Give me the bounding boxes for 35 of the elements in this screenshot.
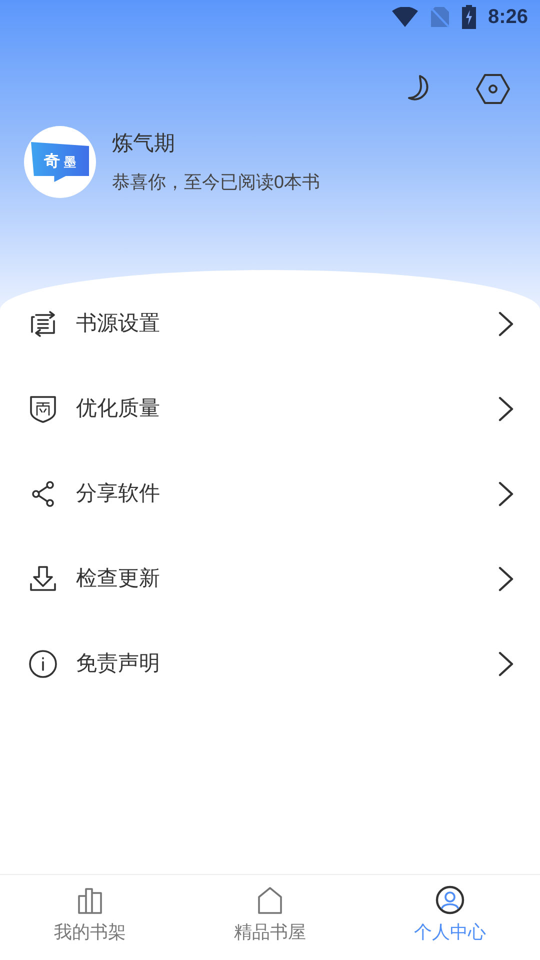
tab[interactable]: 精品书屋 xyxy=(180,875,360,960)
user-icon xyxy=(435,885,465,915)
wifi-icon xyxy=(392,7,418,27)
avatar[interactable]: 奇 墨 xyxy=(24,126,96,198)
settings-icon xyxy=(476,73,510,105)
menu-label: 免责声明 xyxy=(76,650,161,677)
menu-label: 书源设置 xyxy=(76,310,161,337)
chevron-right-icon xyxy=(498,310,514,336)
battery-charging-icon xyxy=(462,5,476,29)
user-level: 炼气期 xyxy=(112,130,176,157)
menu-item[interactable]: 检查更新 xyxy=(0,536,540,621)
shield-icon xyxy=(28,394,58,424)
logo-text: 墨 xyxy=(64,156,76,168)
bar-chart-icon xyxy=(75,885,105,915)
chevron-right-icon xyxy=(498,566,514,592)
download-icon xyxy=(28,564,58,594)
menu-item[interactable]: 书源设置 xyxy=(0,281,540,366)
menu-label: 分享软件 xyxy=(76,480,161,507)
menu-item[interactable]: 免责声明 xyxy=(0,621,540,706)
home-icon xyxy=(255,885,285,915)
info-icon xyxy=(28,648,58,678)
chevron-right-icon xyxy=(498,396,514,422)
no-sim-icon xyxy=(430,6,450,28)
tab[interactable]: 我的书架 xyxy=(0,875,180,960)
chevron-right-icon xyxy=(498,480,514,506)
clock-time: 8:26 xyxy=(488,5,528,30)
swap-list-icon xyxy=(28,308,58,338)
menu-item[interactable]: 分享软件 xyxy=(0,451,540,536)
menu-item[interactable]: 优化质量 xyxy=(0,366,540,451)
menu-label: 优化质量 xyxy=(76,396,161,422)
menu-label: 检查更新 xyxy=(76,566,161,592)
logo-text: 奇 xyxy=(44,154,60,170)
settings-button[interactable] xyxy=(476,72,510,106)
reading-summary: 恭喜你，至今已阅读0本书 xyxy=(112,171,320,194)
chevron-right-icon xyxy=(498,650,514,676)
